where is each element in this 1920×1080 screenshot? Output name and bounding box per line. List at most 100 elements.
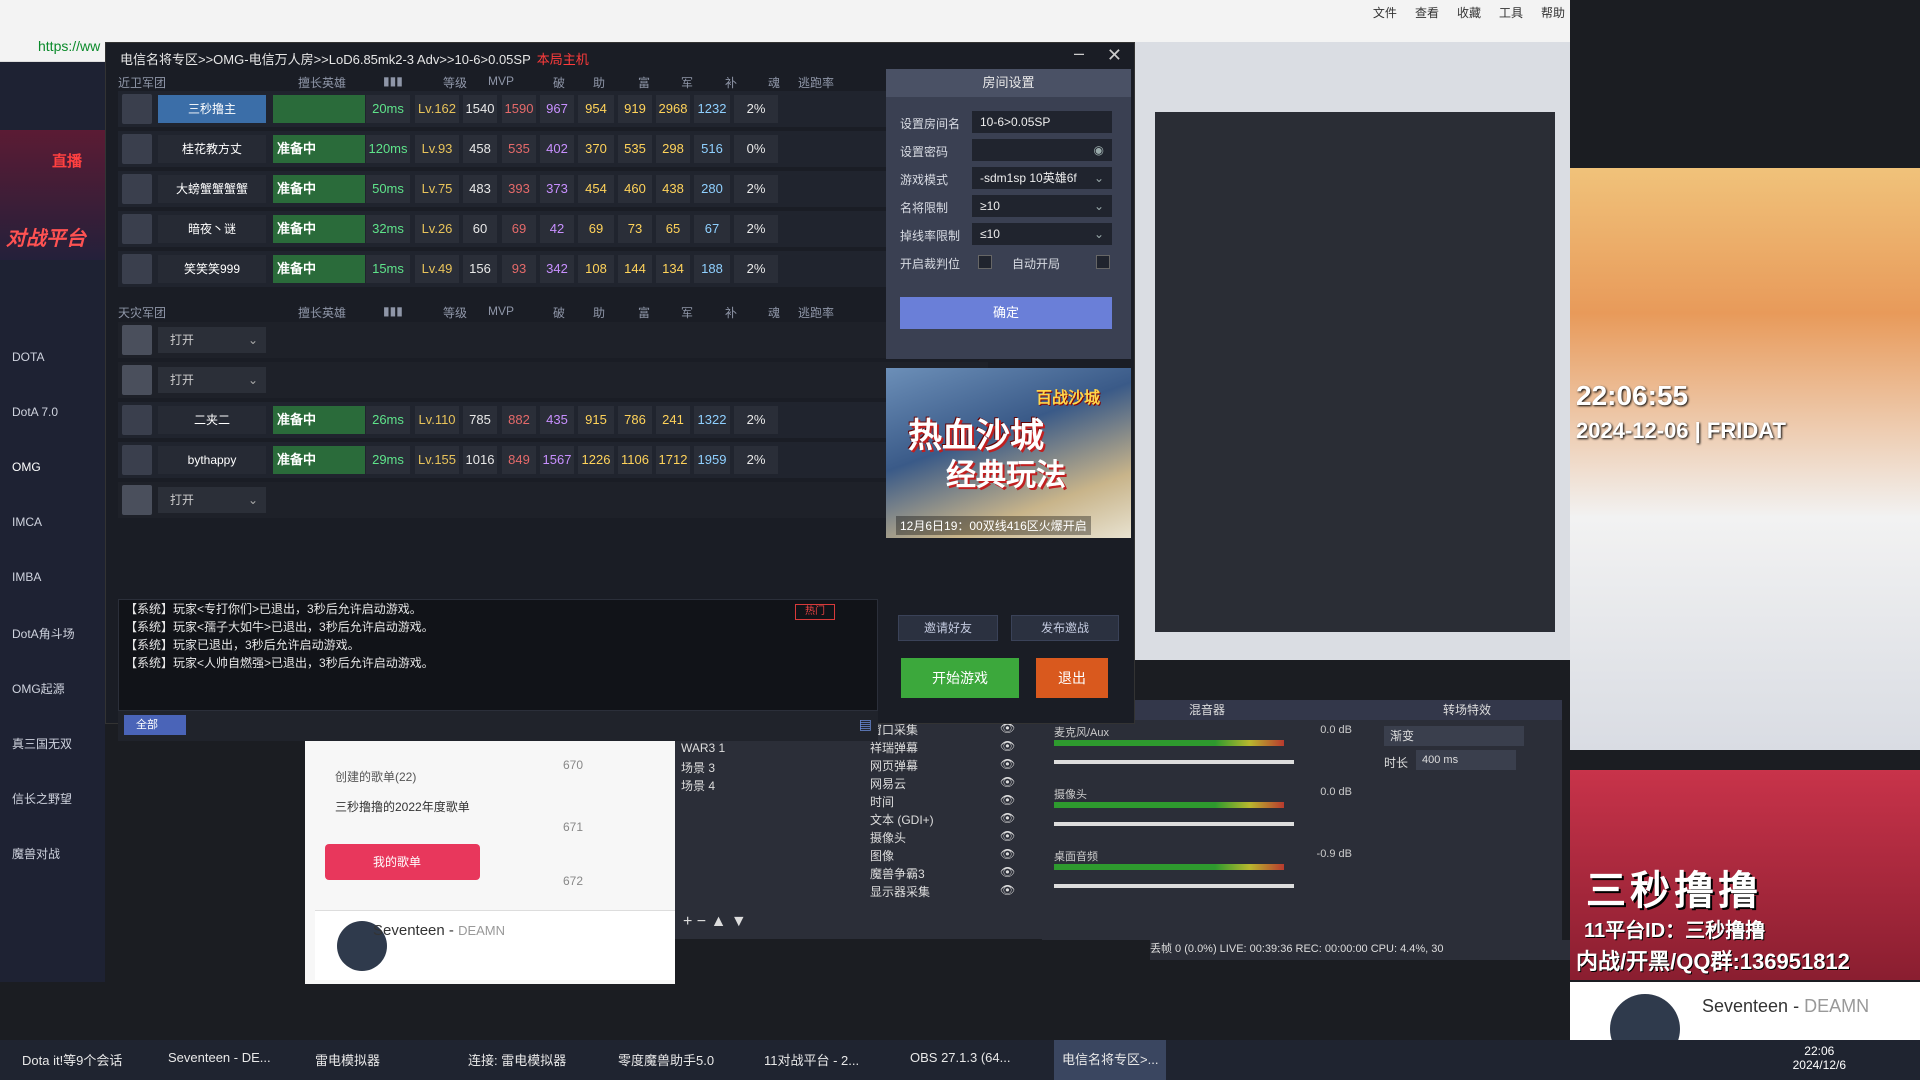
playlist-header[interactable]: 创建的歌单(22) [335, 768, 416, 785]
sidebar-item-imca[interactable]: IMCA [12, 515, 42, 529]
post-challenge-button[interactable]: 发布邀战 [1011, 615, 1119, 641]
volume-slider[interactable] [1054, 822, 1294, 826]
menu-file[interactable]: 文件 [1373, 4, 1397, 21]
sidebar-item-warcraft[interactable]: 魔兽对战 [12, 845, 60, 862]
source-item[interactable]: 网易云 👁 [870, 775, 1015, 792]
taskbar-item[interactable]: Seventeen - DE... [168, 1050, 271, 1065]
taskbar-item[interactable]: 11对战平台 - 2... [764, 1050, 859, 1069]
volume-slider[interactable] [1054, 884, 1294, 888]
sidebar-item-imba[interactable]: IMBA [12, 570, 41, 584]
taskbar-item[interactable]: Dota it!等9个会话 [22, 1050, 122, 1069]
visibility-icon[interactable]: 👁 [1000, 757, 1015, 771]
player-row[interactable]: 大螃蟹蟹蟹蟹 准备中 50ms Lv.75 483 393 373 454 460 438 280 2… [118, 171, 988, 207]
rank-select[interactable]: ≥10 ⌄ [972, 195, 1112, 217]
player-row[interactable]: 二夹二 准备中 26ms Lv.110 785 882 435 915 786 241 1322 2%… [118, 402, 988, 438]
taskbar-item[interactable]: 雷电模拟器 [315, 1050, 380, 1069]
transition-select[interactable]: 渐变 [1384, 726, 1524, 746]
close-icon[interactable]: ✕ [1107, 45, 1122, 66]
source-item[interactable]: 文本 (GDI+) 👁 [870, 811, 1015, 828]
password-input[interactable]: ◉ [972, 139, 1112, 161]
volume-slider[interactable] [1054, 760, 1294, 764]
taskbar-item[interactable]: OBS 27.1.3 (64... [910, 1050, 1010, 1065]
visibility-icon[interactable]: 👁 [1000, 775, 1015, 789]
slot-open-dropdown[interactable]: 打开 ⌄ [158, 367, 266, 393]
source-item[interactable]: 魔兽争霸3 👁 [870, 865, 1015, 882]
player-name[interactable]: bythappy [158, 446, 266, 474]
send-icon[interactable]: ▤ [859, 716, 872, 733]
visibility-icon[interactable]: 👁 [1000, 829, 1015, 843]
source-item[interactable]: 时间 👁 [870, 793, 1015, 810]
chat-filter-select[interactable]: 全部 [124, 715, 186, 735]
sidebar-item-arena[interactable]: DotA角斗场 [12, 625, 75, 642]
visibility-icon[interactable]: 👁 [1000, 793, 1015, 807]
slot-open-dropdown[interactable]: 打开 ⌄ [158, 327, 266, 353]
add-scene-button[interactable]: + − ▲ ▼ [683, 913, 747, 931]
judge-checkbox[interactable] [978, 255, 992, 269]
menu-view[interactable]: 查看 [1415, 4, 1439, 21]
playlist-active[interactable]: 我的歌单 [325, 844, 480, 880]
auto-start-checkbox[interactable] [1096, 255, 1110, 269]
source-label: 网易云 [870, 777, 907, 791]
player-row[interactable]: 三秒撸主 20ms Lv.162 1540 1590 967 954 919 2968 1232 2… [118, 91, 988, 127]
player-row[interactable]: 暗夜丶谜准备中32msLv.26606942697365672%+ [118, 211, 988, 247]
avatar[interactable] [122, 214, 152, 244]
chat-input-bar[interactable]: 全部 ▤ [118, 711, 878, 741]
sidebar-item-omg[interactable]: OMG [12, 460, 41, 474]
visibility-icon[interactable]: 👁 [1000, 847, 1015, 861]
player-name[interactable]: 二夹二 [158, 406, 266, 434]
slot-open-dropdown[interactable]: 打开 ⌄ [158, 487, 266, 513]
taskbar-item-active[interactable]: 电信名将专区>... [1054, 1040, 1167, 1080]
sidebar-item-omg-origin[interactable]: OMG起源 [12, 680, 65, 697]
sidebar-item-dota[interactable]: DOTA [12, 350, 44, 364]
player-name[interactable]: 三秒撸主 [158, 95, 266, 123]
menu-favorites[interactable]: 收藏 [1457, 4, 1481, 21]
confirm-button[interactable]: 确定 [900, 297, 1112, 329]
avatar[interactable] [122, 445, 152, 475]
visibility-icon[interactable]: 👁 [1000, 883, 1015, 897]
source-item[interactable]: 祥瑞弹幕 👁 [870, 739, 1015, 756]
player-name[interactable]: 桂花教方丈 [158, 135, 266, 163]
mode-select[interactable]: -sdm1sp 10英雄6f ⌄ [972, 167, 1112, 189]
sidebar-item-dota7[interactable]: DotA 7.0 [12, 405, 58, 419]
avatar[interactable] [122, 174, 152, 204]
sidebar-item-sanguo[interactable]: 真三国无双 [12, 735, 72, 752]
taskbar-item[interactable]: 零度魔兽助手5.0 [618, 1050, 714, 1069]
scene-item[interactable]: WAR3 1 [681, 741, 725, 755]
player-row[interactable]: 笑笑笑999 准备中 15ms Lv.49 156 93 342 108 144 134 188 2%… [118, 251, 988, 287]
scene-item[interactable]: 场景 3 [681, 759, 715, 776]
player-name[interactable]: 大螃蟹蟹蟹蟹 [158, 175, 266, 203]
avatar[interactable] [122, 134, 152, 164]
minimize-icon[interactable]: – [1074, 43, 1084, 64]
url-bar[interactable]: https://ww [38, 38, 100, 54]
avatar[interactable] [122, 405, 152, 435]
exit-button[interactable]: 退出 [1036, 658, 1108, 698]
room-name-input[interactable]: 10-6>0.05SP [972, 111, 1112, 133]
start-game-button[interactable]: 开始游戏 [901, 658, 1019, 698]
taskbar-item[interactable]: 连接: 雷电模拟器 [468, 1050, 566, 1069]
player-row[interactable]: 桂花教方丈 准备中 120ms Lv.93 458 535 402 370 535 298 516 0… [118, 131, 988, 167]
player-name[interactable]: 暗夜丶谜 [158, 215, 266, 243]
source-item[interactable]: 网页弹幕 👁 [870, 757, 1015, 774]
source-item[interactable]: 显示器采集 👁 [870, 883, 1015, 900]
source-item[interactable]: 摄像头 👁 [870, 829, 1015, 846]
hot-button[interactable]: 热门 [795, 604, 835, 620]
scene-item[interactable]: 场景 4 [681, 777, 715, 794]
player-name[interactable]: 笑笑笑999 [158, 255, 266, 283]
sidebar-item-nobunaga[interactable]: 信长之野望 [12, 790, 72, 807]
playlist-item[interactable]: 三秒撸撸的2022年度歌单 [335, 798, 485, 815]
visibility-icon[interactable]: 👁 [1000, 811, 1015, 825]
invite-friends-button[interactable]: 邀请好友 [898, 615, 998, 641]
drop-rate-select[interactable]: ≤10 ⌄ [972, 223, 1112, 245]
source-item[interactable]: 图像 👁 [870, 847, 1015, 864]
player-row[interactable]: bythappy 准备中 29ms Lv.155 1016 849 1567 1226 1106… [118, 442, 988, 478]
ad-banner[interactable]: 百战沙城 热血沙城 经典玩法 12月6日19：00双线416区火爆开启 [886, 368, 1131, 538]
visibility-icon[interactable]: 👁 [1000, 739, 1015, 753]
avatar[interactable] [122, 94, 152, 124]
menu-tools[interactable]: 工具 [1499, 4, 1523, 21]
transition-duration-input[interactable]: 400 ms [1416, 750, 1516, 770]
menu-help[interactable]: 帮助 [1541, 4, 1565, 21]
stat-zhu: 42 [540, 215, 574, 243]
eye-icon[interactable]: ◉ [1094, 139, 1104, 161]
visibility-icon[interactable]: 👁 [1000, 865, 1015, 879]
avatar[interactable] [122, 254, 152, 284]
